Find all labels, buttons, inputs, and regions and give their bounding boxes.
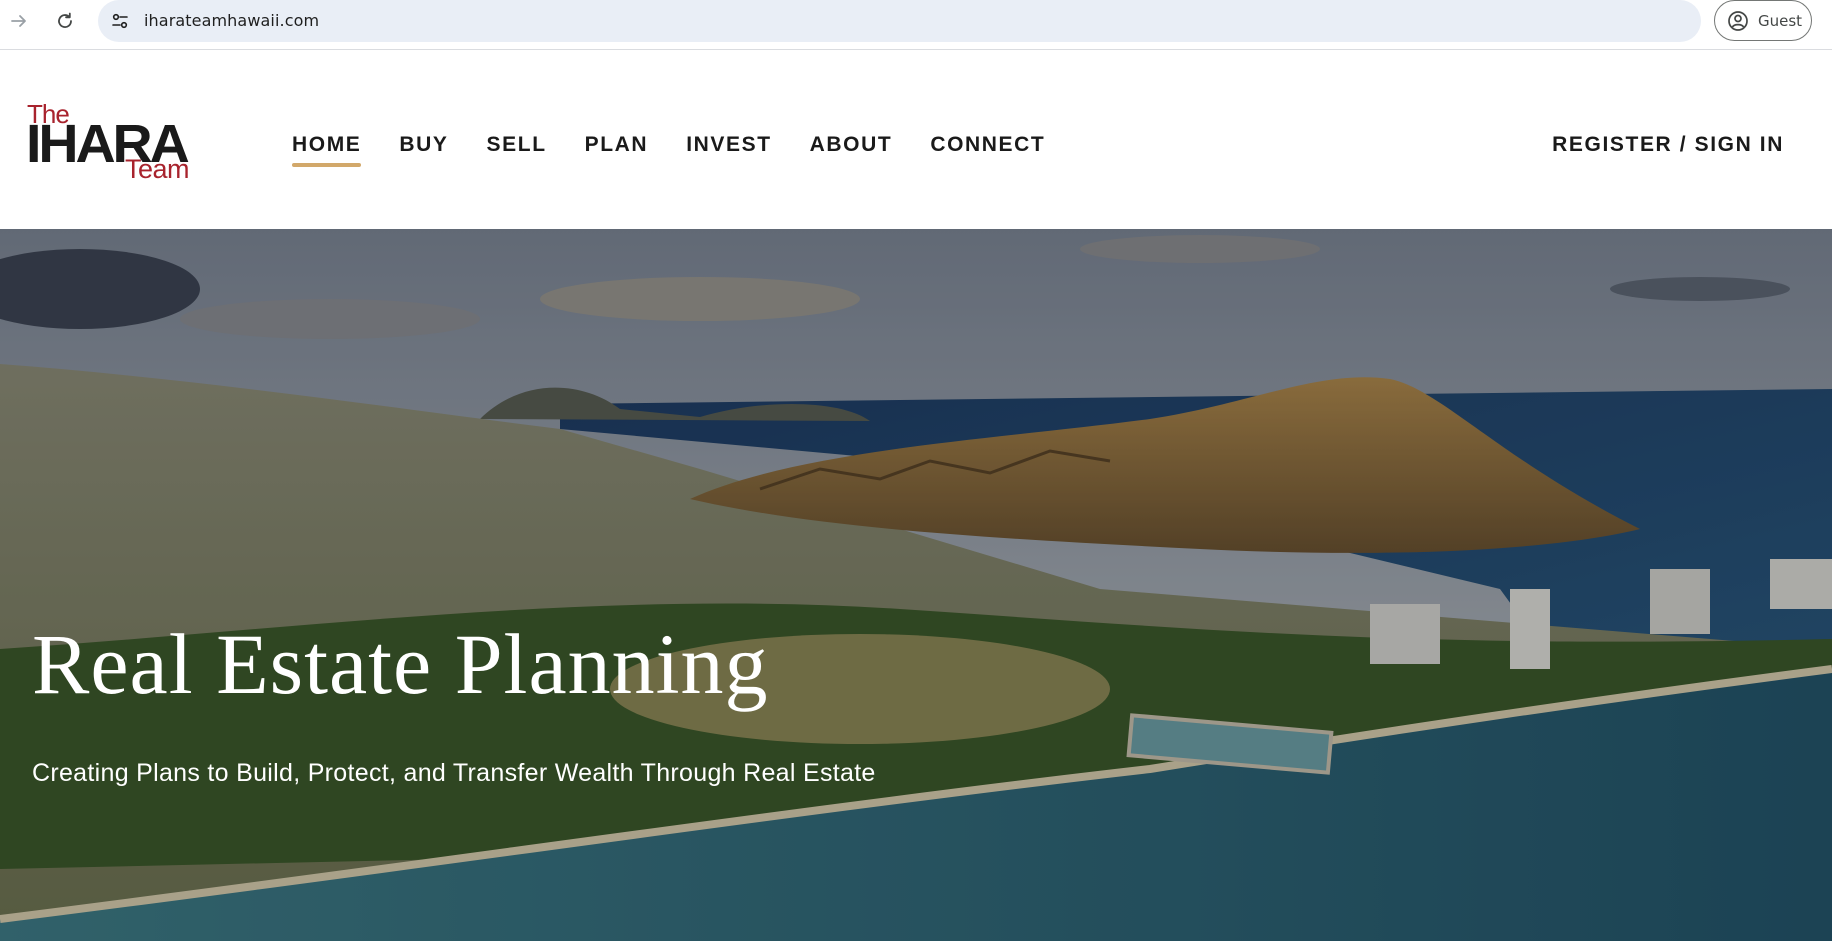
main-nav: HOME BUY SELL PLAN INVEST ABOUT CONNECT	[292, 127, 1083, 167]
nav-connect[interactable]: CONNECT	[930, 127, 1045, 167]
hero-subtitle: Creating Plans to Build, Protect, and Tr…	[32, 759, 876, 787]
hero-banner: Real Estate Planning Creating Plans to B…	[0, 229, 1832, 941]
nav-about[interactable]: ABOUT	[810, 127, 893, 167]
address-bar[interactable]: iharateamhawaii.com	[98, 0, 1701, 42]
logo-line-team: Team	[125, 154, 190, 184]
nav-home[interactable]: HOME	[292, 127, 362, 167]
nav-buy[interactable]: BUY	[399, 127, 448, 167]
hero-title: Real Estate Planning	[32, 616, 769, 712]
nav-sell[interactable]: SELL	[487, 127, 547, 167]
nav-plan[interactable]: PLAN	[585, 127, 649, 167]
site-header: The IHARA Team HOME BUY SELL PLAN INVEST…	[0, 51, 1832, 229]
register-sign-in-link[interactable]: REGISTER / SIGN IN	[1552, 127, 1784, 163]
reload-icon	[58, 12, 72, 28]
browser-toolbar: iharateamhawaii.com Guest	[0, 0, 1832, 50]
account-circle-icon	[1728, 10, 1748, 31]
site-info-icon[interactable]	[108, 9, 132, 33]
url-text[interactable]: iharateamhawaii.com	[144, 11, 319, 30]
forward-button[interactable]	[4, 6, 34, 36]
ihara-team-logo[interactable]: The IHARA Team	[26, 99, 216, 189]
profile-button[interactable]: Guest	[1714, 0, 1812, 41]
reload-button[interactable]	[50, 6, 80, 36]
arrow-right-icon	[11, 15, 26, 27]
profile-label: Guest	[1758, 11, 1803, 30]
nav-invest[interactable]: INVEST	[686, 127, 771, 167]
hero-overlay	[0, 229, 1832, 941]
